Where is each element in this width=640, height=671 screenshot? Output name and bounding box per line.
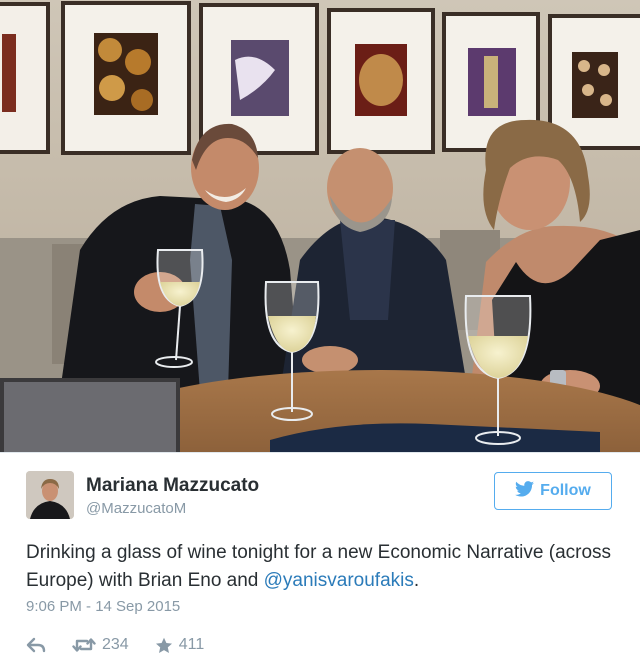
star-icon [155,637,173,654]
retweet-count: 234 [102,636,129,653]
retweet-button[interactable]: 234 [72,636,129,654]
tweet-photo[interactable] [0,0,640,452]
tweet-card: Mariana Mazzucato @MazzucatoM Follow Dri… [0,452,640,671]
author-name[interactable]: Mariana Mazzucato [86,475,259,497]
tweet-text: Drinking a glass of wine tonight for a n… [26,539,616,595]
mention-link[interactable]: @yanisvaroufakis [264,570,414,591]
follow-label: Follow [540,482,591,499]
follow-button[interactable]: Follow [494,472,612,510]
tweet-actions: 234 411 [26,634,230,656]
reply-button[interactable] [26,637,46,653]
reply-icon [26,637,46,653]
tweet-timestamp[interactable]: 9:06 PM - 14 Sep 2015 [26,598,180,615]
tweet-text-end: . [413,570,420,591]
like-button[interactable]: 411 [155,636,205,654]
twitter-bird-icon [515,480,535,502]
author-handle[interactable]: @MazzucatoM [86,500,186,517]
retweet-icon [72,637,96,653]
like-count: 411 [178,636,205,653]
author-avatar[interactable] [26,471,74,519]
